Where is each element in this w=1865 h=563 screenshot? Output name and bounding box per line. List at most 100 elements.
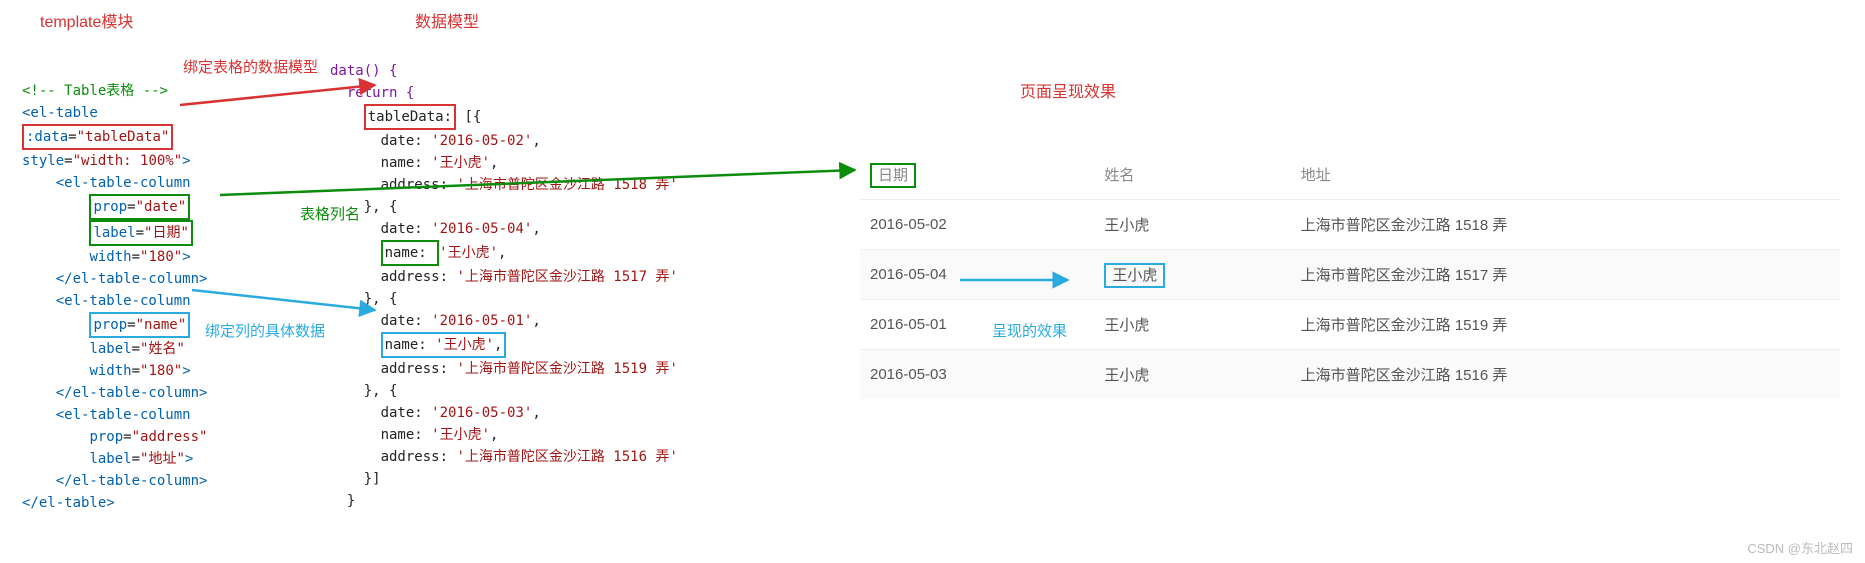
col1-width: width xyxy=(89,249,131,265)
code-comment: <!-- Table表格 --> xyxy=(22,83,168,99)
annot-bind-col-data: 绑定列的具体数据 xyxy=(205,320,325,341)
table-row: 2016-05-04 王小虎 上海市普陀区金沙江路 1517 弄 xyxy=(860,250,1840,300)
cell-date: 2016-05-04 xyxy=(860,250,1094,300)
r3-addr-v: '上海市普陀区金沙江路 1519 弄' xyxy=(456,361,677,377)
cell-address: 上海市普陀区金沙江路 1516 弄 xyxy=(1291,350,1840,400)
cell-address: 上海市普陀区金沙江路 1519 弄 xyxy=(1291,300,1840,350)
table-row: 2016-05-03 王小虎 上海市普陀区金沙江路 1516 弄 xyxy=(860,350,1840,400)
sep1: }, { xyxy=(364,199,398,215)
r3-date-k: date: xyxy=(381,313,432,329)
th-name: 姓名 xyxy=(1094,150,1290,200)
cell-name: 王小虎 xyxy=(1094,200,1290,250)
annot-col-name: 表格列名 xyxy=(300,203,360,224)
col2-width: width xyxy=(89,363,131,379)
tabledata-key: tableData: xyxy=(368,109,452,125)
r2-date-v: '2016-05-04' xyxy=(431,221,532,237)
annot-bind-model: 绑定表格的数据模型 xyxy=(183,56,318,77)
el-table-open: <el-table xyxy=(22,105,98,121)
r2-name-v: '王小虎' xyxy=(439,245,498,261)
cell-name: 王小虎 xyxy=(1094,250,1290,300)
col2-close: </el-table-column> xyxy=(56,385,208,401)
cell-name: 王小虎 xyxy=(1094,300,1290,350)
th-date: 日期 xyxy=(860,150,1094,200)
sep3: }, { xyxy=(364,383,398,399)
r1-date-k: date: xyxy=(381,133,432,149)
col1-prop-val: "date" xyxy=(136,199,187,215)
eq: = xyxy=(68,129,76,145)
style-val: "width: 100%" xyxy=(73,153,183,169)
cell-date: 2016-05-03 xyxy=(860,350,1094,400)
cell-address: 上海市普陀区金沙江路 1517 弄 xyxy=(1291,250,1840,300)
r4-date-v: '2016-05-03' xyxy=(431,405,532,421)
c: , xyxy=(490,427,498,443)
data-attr-name: :data xyxy=(26,129,68,145)
r4-name-k: name: xyxy=(381,427,432,443)
col3-prop: prop xyxy=(89,429,123,445)
watermark: CSDN @东北赵四 xyxy=(1747,538,1853,557)
brace-close: } xyxy=(347,493,355,509)
r2-addr-k: address: xyxy=(381,269,457,285)
col3-close: </el-table-column> xyxy=(56,473,208,489)
r1-addr-k: address: xyxy=(381,177,457,193)
col3-open: <el-table-column xyxy=(56,407,191,423)
col1-label-val: "日期" xyxy=(144,225,189,241)
c: , xyxy=(490,155,498,171)
col1-open: <el-table-column xyxy=(56,175,191,191)
cell-address: 上海市普陀区金沙江路 1518 弄 xyxy=(1291,200,1840,250)
col1-prop: prop xyxy=(93,199,127,215)
r2-date-k: date: xyxy=(381,221,432,237)
col1-label: label xyxy=(93,225,135,241)
arr-open: [{ xyxy=(456,109,481,125)
r1-name-v: '王小虎' xyxy=(431,155,490,171)
col2-label-val: "姓名" xyxy=(140,341,185,357)
arr-close: }] xyxy=(364,471,381,487)
data-fn: data() { xyxy=(330,63,397,79)
c: , xyxy=(532,313,540,329)
r1-addr-v: '上海市普陀区金沙江路 1518 弄' xyxy=(456,177,677,193)
table-row: 2016-05-02 王小虎 上海市普陀区金沙江路 1518 弄 xyxy=(860,200,1840,250)
r4-date-k: date: xyxy=(381,405,432,421)
table-row: 2016-05-01 王小虎 上海市普陀区金沙江路 1519 弄 xyxy=(860,300,1840,350)
heading-datamodel: 数据模型 xyxy=(415,8,479,32)
r3-date-v: '2016-05-01' xyxy=(431,313,532,329)
code-template: <!-- Table表格 --> <el-table :data="tableD… xyxy=(22,58,207,514)
th-address: 地址 xyxy=(1291,150,1840,200)
c: , xyxy=(494,337,502,353)
r4-addr-k: address: xyxy=(381,449,457,465)
sep2: }, { xyxy=(364,291,398,307)
c: , xyxy=(532,221,540,237)
data-attr-val: "tableData" xyxy=(77,129,170,145)
r3-name-v: '王小虎' xyxy=(435,337,494,353)
r2-addr-v: '上海市普陀区金沙江路 1517 弄' xyxy=(456,269,677,285)
col3-label-val: "地址" xyxy=(140,451,185,467)
r2-name-k: name: xyxy=(385,245,436,261)
style-attr: style xyxy=(22,153,64,169)
c: , xyxy=(498,245,506,261)
r4-name-v: '王小虎' xyxy=(431,427,490,443)
r3-addr-k: address: xyxy=(381,361,457,377)
col3-label: label xyxy=(89,451,131,467)
r4-addr-v: '上海市普陀区金沙江路 1516 弄' xyxy=(456,449,677,465)
r1-date-v: '2016-05-02' xyxy=(431,133,532,149)
code-data: data() { return { tableData: [{ date: '2… xyxy=(330,38,678,512)
el-table-close: </el-table> xyxy=(22,495,115,511)
heading-template: template模块 xyxy=(40,8,133,32)
r3-name-k: name: xyxy=(385,337,436,353)
cell-date: 2016-05-02 xyxy=(860,200,1094,250)
c: , xyxy=(532,133,540,149)
col3-prop-val: "address" xyxy=(132,429,208,445)
rendered-table: 日期 姓名 地址 2016-05-02 王小虎 上海市普陀区金沙江路 1518 … xyxy=(860,150,1840,399)
gt: > xyxy=(182,153,190,169)
heading-render: 页面呈现效果 xyxy=(1020,78,1116,102)
cell-name: 王小虎 xyxy=(1094,350,1290,400)
col2-prop-val: "name" xyxy=(136,317,187,333)
col2-prop: prop xyxy=(93,317,127,333)
cell-date: 2016-05-01 xyxy=(860,300,1094,350)
col2-label: label xyxy=(89,341,131,357)
c: , xyxy=(532,405,540,421)
col1-close: </el-table-column> xyxy=(56,271,208,287)
r1-name-k: name: xyxy=(381,155,432,171)
return: return { xyxy=(347,85,414,101)
col1-width-val: "180" xyxy=(140,249,182,265)
col2-width-val: "180" xyxy=(140,363,182,379)
